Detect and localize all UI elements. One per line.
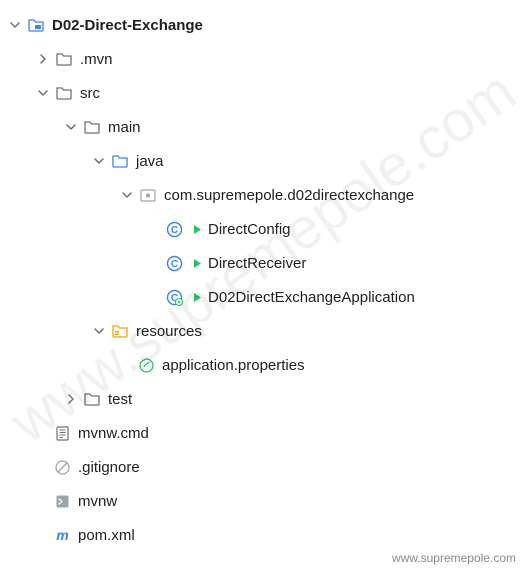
tree-node-main[interactable]: main: [0, 110, 526, 144]
folder-icon: [82, 389, 102, 409]
tree-label: src: [80, 85, 100, 102]
tree-label: main: [108, 119, 141, 136]
tree-label: com.supremepole.d02directexchange: [164, 187, 414, 204]
tree-node-pom[interactable]: m pom.xml: [0, 518, 526, 552]
chevron-down-icon[interactable]: [118, 186, 136, 204]
svg-text:C: C: [170, 259, 177, 270]
folder-icon: [54, 83, 74, 103]
tree-node-root[interactable]: D02-Direct-Exchange: [0, 8, 526, 42]
folder-icon: [54, 49, 74, 69]
tree-label: DirectReceiver: [208, 255, 306, 272]
tree-node-properties[interactable]: application.properties: [0, 348, 526, 382]
tree-label: mvnw.cmd: [78, 425, 149, 442]
tree-label: mvnw: [78, 493, 117, 510]
module-folder-icon: [26, 15, 46, 35]
class-run-icon: C: [164, 287, 184, 307]
tree-node-class-application[interactable]: C D02DirectExchangeApplication: [0, 280, 526, 314]
chevron-down-icon[interactable]: [34, 84, 52, 102]
chevron-down-icon[interactable]: [6, 16, 24, 34]
text-file-icon: [52, 423, 72, 443]
chevron-down-icon[interactable]: [90, 152, 108, 170]
tree-node-mvnw[interactable]: mvnw: [0, 484, 526, 518]
tree-node-src[interactable]: src: [0, 76, 526, 110]
tree-node-gitignore[interactable]: .gitignore: [0, 450, 526, 484]
tree-label: .mvn: [80, 51, 113, 68]
project-tree: D02-Direct-Exchange .mvn src main: [0, 8, 526, 552]
tree-label: resources: [136, 323, 202, 340]
tree-label: java: [136, 153, 164, 170]
tree-label: D02-Direct-Exchange: [52, 17, 203, 34]
chevron-down-icon[interactable]: [90, 322, 108, 340]
maven-file-icon: m: [52, 525, 72, 545]
tree-label: pom.xml: [78, 527, 135, 544]
tree-node-class-directconfig[interactable]: C DirectConfig: [0, 212, 526, 246]
tree-label: DirectConfig: [208, 221, 291, 238]
resources-folder-icon: [110, 321, 130, 341]
class-icon: C: [164, 253, 184, 273]
tree-node-test[interactable]: test: [0, 382, 526, 416]
runnable-icon: [190, 287, 204, 307]
tree-node-mvnwcmd[interactable]: mvnw.cmd: [0, 416, 526, 450]
folder-icon: [82, 117, 102, 137]
watermark-bottom: www.supremepole.com: [392, 551, 516, 565]
class-icon: C: [164, 219, 184, 239]
spring-properties-icon: [136, 355, 156, 375]
tree-label: .gitignore: [78, 459, 140, 476]
tree-label: application.properties: [162, 357, 305, 374]
tree-node-class-directreceiver[interactable]: C DirectReceiver: [0, 246, 526, 280]
chevron-right-icon[interactable]: [34, 50, 52, 68]
tree-node-resources[interactable]: resources: [0, 314, 526, 348]
ignore-file-icon: [52, 457, 72, 477]
runnable-icon: [190, 219, 204, 239]
shell-file-icon: [52, 491, 72, 511]
tree-label: test: [108, 391, 132, 408]
chevron-right-icon[interactable]: [62, 390, 80, 408]
tree-node-java[interactable]: java: [0, 144, 526, 178]
svg-text:m: m: [56, 527, 68, 543]
source-folder-icon: [110, 151, 130, 171]
tree-node-mvn[interactable]: .mvn: [0, 42, 526, 76]
runnable-icon: [190, 253, 204, 273]
tree-node-package[interactable]: com.supremepole.d02directexchange: [0, 178, 526, 212]
svg-text:C: C: [170, 225, 177, 236]
chevron-down-icon[interactable]: [62, 118, 80, 136]
tree-label: D02DirectExchangeApplication: [208, 289, 415, 306]
package-icon: [138, 185, 158, 205]
